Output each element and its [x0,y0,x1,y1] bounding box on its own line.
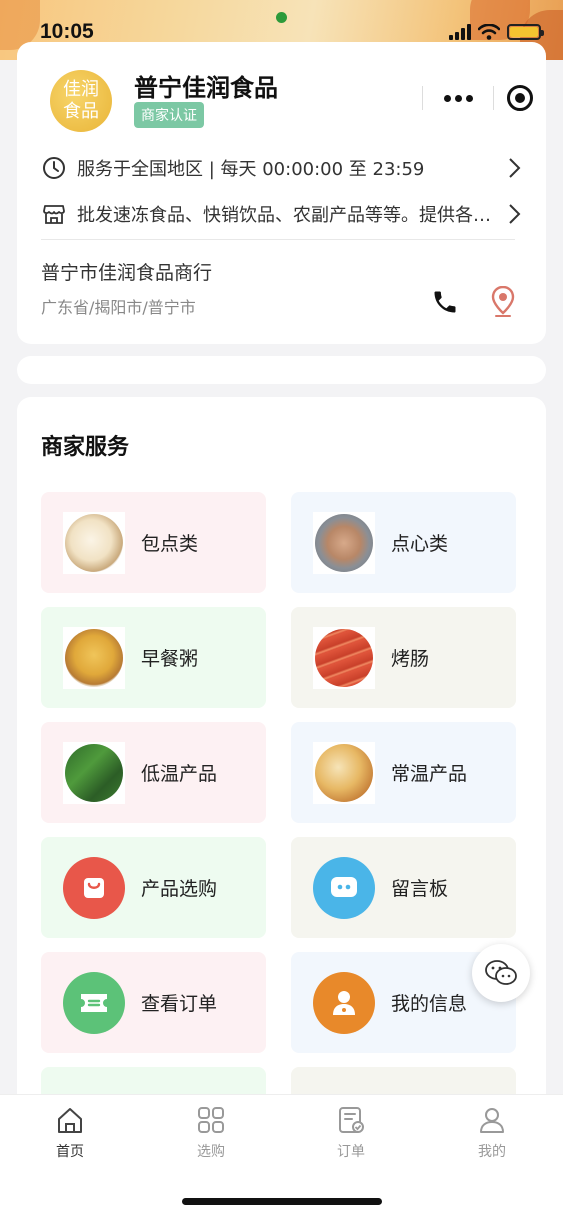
clock-icon [41,155,67,181]
signal-icon [449,24,471,40]
service-hours-row[interactable]: 服务于全国地区 | 每天 00:00:00 至 23:59 [41,152,521,184]
dim-sum-image [313,511,375,574]
chilled-product-image [63,741,125,804]
battery-icon [507,24,544,40]
service-tile-shop[interactable]: 产品选购 [41,837,266,938]
ambient-product-image [313,741,375,804]
service-tile-sausage[interactable]: 烤肠 [291,607,516,708]
customer-service-button[interactable] [472,944,530,1002]
store-logo: 佳润食品 [50,70,112,132]
grid-icon [198,1107,224,1133]
store-info-card: 佳润食品 普宁佳润食品 商家认证 服务于全国地区 | 每天 00:00:00 至… [17,42,546,344]
tile-thumb [63,856,125,919]
phone-icon[interactable] [431,288,459,320]
company-name: 普宁市佳润食品商行 [41,262,213,284]
profile-icon [480,1108,504,1133]
sausage-image [313,626,375,689]
camera-indicator-dot [276,12,287,23]
tile-label: 我的信息 [391,993,468,1015]
shopping-bag-icon [63,856,125,919]
tile-thumb [313,971,375,1034]
tab-label: 选购 [197,1144,225,1160]
mini-program-capsule [422,78,546,118]
tab-home[interactable]: 首页 [30,1105,110,1161]
wifi-icon [478,24,500,40]
order-ticket-icon [63,971,125,1034]
tab-orders[interactable]: 订单 [311,1105,391,1161]
tab-shop[interactable]: 选购 [171,1105,251,1161]
close-target-icon[interactable] [494,85,546,111]
tile-thumb [313,856,375,919]
certification-badge: 商家认证 [134,102,204,128]
notice-strip [17,356,546,384]
service-tile-chilled[interactable]: 低温产品 [41,722,266,823]
tile-thumb [63,971,125,1034]
service-tile-orders[interactable]: 查看订单 [41,952,266,1053]
order-icon [339,1107,364,1133]
tab-profile[interactable]: 我的 [452,1105,532,1161]
wechat-chat-icon [485,960,517,985]
service-tile-message-board[interactable]: 留言板 [291,837,516,938]
store-name: 普宁佳润食品 [134,74,278,102]
home-icon [58,1108,82,1133]
divider [41,239,515,240]
bun-image [63,511,125,574]
tile-label: 常温产品 [391,763,468,785]
chevron-right-icon [501,157,521,179]
home-indicator [182,1198,382,1205]
business-scope-row[interactable]: 批发速冻食品、快销饮品、农副产品等等。提供各类产品批发服务 [41,198,521,230]
tile-label: 烤肠 [391,648,430,670]
status-time: 10:05 [40,20,94,43]
location-pin-icon[interactable] [491,285,515,322]
status-icons [449,24,544,40]
tab-label: 我的 [478,1144,506,1160]
tab-label: 订单 [337,1144,365,1160]
shop-icon [41,201,67,227]
service-tile-ambient[interactable]: 常温产品 [291,722,516,823]
service-tile-congee[interactable]: 早餐粥 [41,607,266,708]
user-info-icon [313,971,375,1034]
store-region: 广东省/揭阳市/普宁市 [41,298,196,317]
congee-image [63,626,125,689]
tile-label: 留言板 [391,878,449,900]
chevron-right-icon [501,203,521,225]
section-title: 商家服务 [41,435,130,460]
more-icon[interactable] [423,94,493,102]
tile-label: 早餐粥 [141,648,199,670]
tab-label: 首页 [56,1144,84,1160]
message-icon [313,856,375,919]
tile-label: 产品选购 [141,878,218,900]
business-scope-text: 批发速冻食品、快销饮品、农副产品等等。提供各类产品批发服务 [77,205,501,226]
service-tile-buns[interactable]: 包点类 [41,492,266,593]
tile-label: 点心类 [391,533,449,555]
tile-label: 包点类 [141,533,199,555]
tile-label: 查看订单 [141,993,218,1015]
service-hours-text: 服务于全国地区 | 每天 00:00:00 至 23:59 [77,159,425,180]
service-tile-dim-sum[interactable]: 点心类 [291,492,516,593]
tile-label: 低温产品 [141,763,218,785]
merchant-services-card: 商家服务 包点类 点心类 早餐粥 烤肠 低温产品 常温产品 产品选购 留言板 查… [17,397,546,1168]
